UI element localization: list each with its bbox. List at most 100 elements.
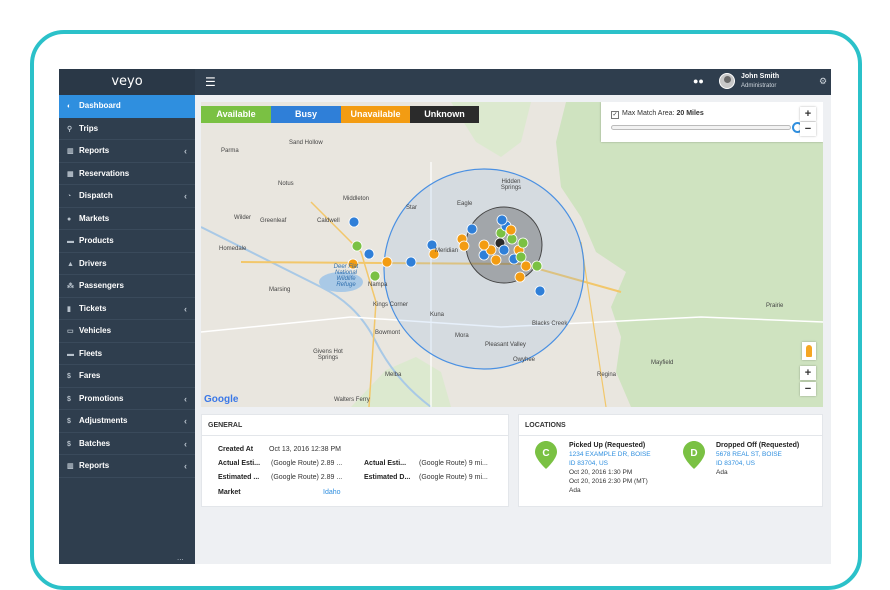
driver-marker[interactable] xyxy=(363,248,375,260)
driver-marker[interactable] xyxy=(351,240,363,252)
sidebar-item-reports[interactable]: ▥ Reports ‹ xyxy=(59,140,195,163)
globe-icon: ● xyxy=(67,215,72,223)
place-label: Mora xyxy=(455,333,469,339)
gear-icon[interactable]: ⚙ xyxy=(819,76,827,87)
sidebar-item-vehicles[interactable]: ▭ Vehicles xyxy=(59,320,195,343)
sidebar-item-products[interactable]: ▬ Products xyxy=(59,230,195,253)
driver-marker[interactable] xyxy=(515,251,527,263)
dropoff-address-line2[interactable]: ID 83704, US xyxy=(716,460,755,467)
driver-marker[interactable] xyxy=(381,256,393,268)
match-area-label-text: Max Match Area: xyxy=(622,110,675,117)
sidebar-item-fares[interactable]: $ Fares xyxy=(59,365,195,388)
place-label: Kings Corner xyxy=(373,302,409,308)
truck-icon: ▬ xyxy=(67,350,74,358)
driver-marker[interactable] xyxy=(520,260,532,272)
sidebar-item-promotions[interactable]: $ Promotions ‹ xyxy=(59,388,195,411)
pickup-address-line2[interactable]: ID 83704, US xyxy=(569,460,608,467)
panel-zoom-in-button[interactable]: + xyxy=(800,107,816,121)
market-label: Market xyxy=(218,489,241,496)
sidebar-item-label: Batches xyxy=(79,438,111,448)
driver-marker[interactable] xyxy=(514,271,526,283)
status-unknown[interactable]: Unknown xyxy=(410,106,479,123)
sidebar-item-label: Products xyxy=(79,236,114,245)
status-busy[interactable]: Busy xyxy=(271,106,341,123)
place-label: Greenleaf xyxy=(260,218,287,224)
place-label: Prairie xyxy=(766,303,784,309)
chevron-left-icon[interactable]: ‹ xyxy=(184,388,187,411)
driver-marker[interactable] xyxy=(405,256,417,268)
sidebar-item-batches[interactable]: $ Batches ‹ xyxy=(59,433,195,456)
pickup-pin-icon: C xyxy=(535,441,557,469)
dropoff-pin-letter: D xyxy=(690,448,697,459)
bar-chart-icon: ▥ xyxy=(67,463,74,470)
logo: veyo xyxy=(59,69,195,95)
driver-marker[interactable] xyxy=(466,223,478,235)
estimated-label: Estimated ... xyxy=(218,474,260,481)
driver-marker[interactable] xyxy=(505,224,517,236)
place-label: Middleton xyxy=(343,196,370,202)
dropoff-address-line1[interactable]: 5678 REAL ST, BOISE xyxy=(716,451,782,458)
map-zoom-in-button[interactable]: + xyxy=(800,366,816,380)
chevron-left-icon[interactable]: ‹ xyxy=(184,433,187,456)
match-area-checkbox[interactable]: ✓ xyxy=(611,111,619,119)
avatar[interactable] xyxy=(719,73,735,89)
chevron-left-icon[interactable]: ‹ xyxy=(184,185,187,208)
match-area-label[interactable]: ✓ Max Match Area: 20 Miles xyxy=(611,110,704,119)
driver-marker[interactable] xyxy=(458,240,470,252)
chevron-left-icon[interactable]: ‹ xyxy=(184,298,187,321)
sidebar-item-dashboard[interactable]: ◐ Dashboard xyxy=(59,95,195,118)
sidebar-item-markets[interactable]: ● Markets xyxy=(59,208,195,230)
chat-icon[interactable]: ●● xyxy=(693,76,704,86)
user-icon: ▲ xyxy=(67,260,74,268)
place-label: Notus xyxy=(278,181,294,187)
chevron-left-icon[interactable]: ‹ xyxy=(184,455,187,478)
place-label: Nampa xyxy=(368,282,388,288)
sidebar-item-passengers[interactable]: ⁂ Passengers xyxy=(59,275,195,298)
sidebar-item-reports[interactable]: ▥ Reports ‹ xyxy=(59,455,195,478)
hamburger-menu-icon[interactable]: ☰ xyxy=(205,75,216,89)
street-view-pegman-icon[interactable] xyxy=(802,342,816,360)
match-area-panel: ✓ Max Match Area: 20 Miles xyxy=(601,102,823,142)
map-canvas[interactable] xyxy=(201,102,823,407)
sidebar-item-dispatch[interactable]: ◔ Dispatch ‹ xyxy=(59,185,195,208)
driver-marker[interactable] xyxy=(534,285,546,297)
place-label: Owyhee xyxy=(513,357,536,363)
status-unavailable[interactable]: Unavailable xyxy=(341,106,410,123)
driver-marker[interactable] xyxy=(531,260,543,272)
driver-marker[interactable] xyxy=(498,244,510,256)
sidebar-item-trips[interactable]: ⚲ Trips xyxy=(59,118,195,140)
bar-chart-icon: ▥ xyxy=(67,148,74,155)
sidebar: ◐ Dashboard ⚲ Trips ▥ Reports ‹ ▦ Reservations ◔ D… xyxy=(59,95,195,564)
driver-marker[interactable] xyxy=(490,254,502,266)
chevron-left-icon[interactable]: ‹ xyxy=(184,410,187,433)
pickup-address-line1[interactable]: 1234 EXAMPLE DR, BOISE xyxy=(569,451,651,458)
sidebar-item-tickets[interactable]: ▮ Tickets ‹ xyxy=(59,298,195,321)
sidebar-item-label: Reservations xyxy=(79,168,130,178)
user-name[interactable]: John Smith xyxy=(741,73,779,80)
top-bar: veyo ☰ ●● John Smith Administrator ⚙ xyxy=(59,69,831,95)
status-available[interactable]: Available xyxy=(201,106,271,123)
map-zoom-out-button[interactable]: − xyxy=(800,382,816,396)
driver-marker[interactable] xyxy=(348,216,360,228)
driver-marker[interactable] xyxy=(517,237,529,249)
signal-icon: ◔ xyxy=(67,193,72,200)
market-link[interactable]: Idaho xyxy=(323,489,341,496)
driver-marker[interactable] xyxy=(496,214,508,226)
map-view[interactable]: Parma Sand Hollow Notus Middleton Star Hidden… xyxy=(201,102,823,407)
sidebar-more-icon[interactable]: ... xyxy=(177,553,184,562)
sidebar-item-label: Tickets xyxy=(79,303,107,313)
driver-marker[interactable] xyxy=(369,270,381,282)
driver-marker[interactable] xyxy=(506,233,518,245)
sidebar-item-reservations[interactable]: ▦ Reservations xyxy=(59,163,195,185)
sidebar-item-fleets[interactable]: ▬ Fleets xyxy=(59,343,195,365)
match-area-slider[interactable] xyxy=(611,122,803,133)
place-label: Mayfield xyxy=(651,360,674,366)
sidebar-item-adjustments[interactable]: $ Adjustments ‹ xyxy=(59,410,195,433)
panel-zoom-out-button[interactable]: − xyxy=(800,122,816,136)
chevron-left-icon[interactable]: ‹ xyxy=(184,140,187,163)
dollar-icon: $ xyxy=(67,395,71,403)
driver-marker[interactable] xyxy=(478,239,490,251)
google-logo: Google xyxy=(204,394,239,405)
sidebar-item-drivers[interactable]: ▲ Drivers xyxy=(59,253,195,275)
pickup-title: Picked Up (Requested) xyxy=(569,442,646,449)
